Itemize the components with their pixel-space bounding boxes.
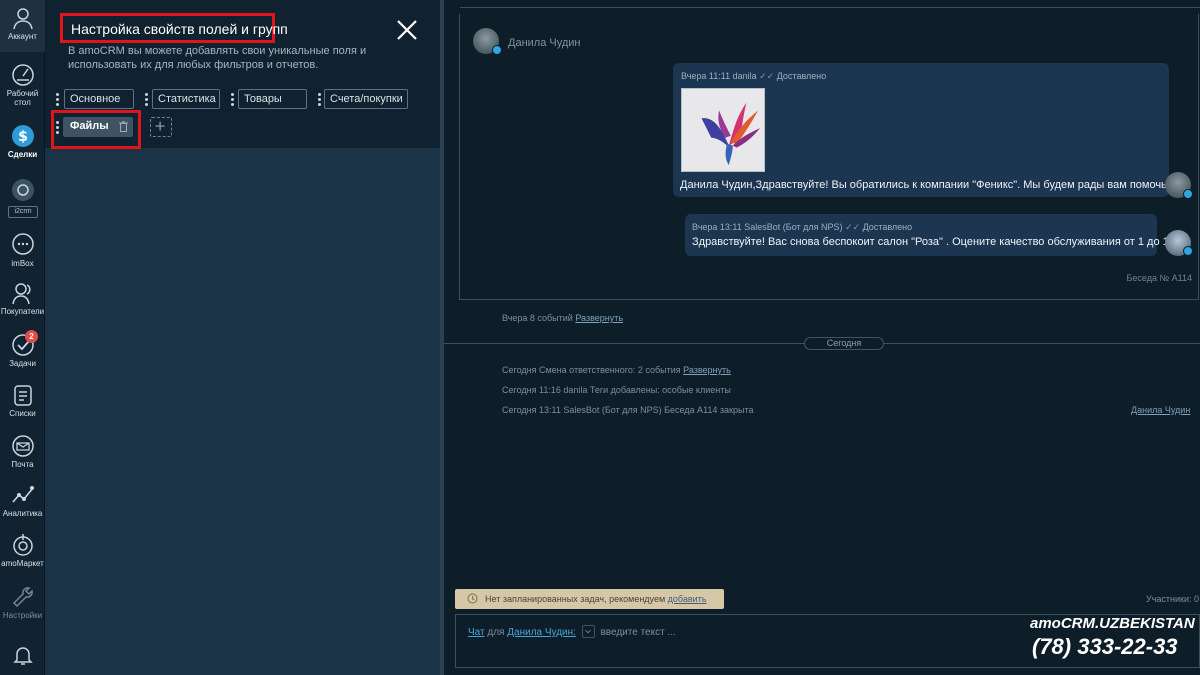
participants-count: Участники: 0 bbox=[1146, 594, 1200, 604]
rail-item-mail[interactable]: Почта bbox=[0, 434, 45, 469]
telegram-icon bbox=[1183, 246, 1193, 256]
phoenix-logo-icon bbox=[701, 102, 761, 166]
dashboard-icon bbox=[11, 64, 34, 86]
rail-item-analytics[interactable]: Аналитика bbox=[0, 483, 45, 518]
rail-label: Почта bbox=[11, 460, 34, 469]
rail-item-notifications[interactable] bbox=[0, 643, 45, 667]
message-meta: Вчера 11:11 danila ✓✓ Доставлено bbox=[681, 71, 827, 81]
telegram-icon bbox=[492, 45, 502, 55]
rail-item-i2crm[interactable] bbox=[0, 178, 45, 202]
rail-label: Сделки bbox=[7, 150, 38, 159]
event-row: Сегодня 13:11 SalesBot (Бот для NPS) Бес… bbox=[502, 405, 754, 415]
expand-link[interactable]: Развернуть bbox=[575, 313, 623, 323]
tab-main[interactable]: Основное bbox=[64, 89, 134, 109]
rail-label: Аккаунт bbox=[8, 32, 37, 41]
watermark-brand: amoCRM.UZBEKISTAN bbox=[1030, 615, 1195, 632]
message-text: Здравствуйте! Вас снова беспокоит салон … bbox=[692, 236, 1175, 248]
plus-icon bbox=[155, 121, 165, 131]
rail-item-deals[interactable]: $ Сделки bbox=[0, 124, 45, 159]
rail-label: Рабочий стол bbox=[6, 89, 39, 107]
top-divider bbox=[460, 7, 1200, 8]
rail-item-dashboard[interactable]: Рабочий стол bbox=[0, 63, 45, 107]
event-row: Сегодня Смена ответственного: 2 события … bbox=[502, 365, 731, 375]
collapsed-events: Вчера 8 событий Развернуть bbox=[502, 313, 624, 323]
tab-statistics[interactable]: Статистика bbox=[152, 89, 220, 109]
message-text: Данила Чудин,Здравствуйте! Вы обратились… bbox=[680, 179, 1170, 191]
telegram-icon bbox=[1183, 189, 1193, 199]
close-icon[interactable] bbox=[395, 18, 419, 42]
nav-rail: Аккаунт Рабочий стол $ Сделки i2crm imBo… bbox=[0, 0, 45, 675]
drag-handle-icon[interactable] bbox=[231, 93, 234, 106]
message-bubble: Вчера 13:11 SalesBot (Бот для NPS) ✓✓ До… bbox=[685, 214, 1175, 256]
message-meta: Вчера 13:11 SalesBot (Бот для NPS) ✓✓ До… bbox=[692, 222, 913, 232]
rail-item-lists[interactable]: Списки bbox=[0, 383, 45, 418]
rail-item-account[interactable]: Аккаунт bbox=[0, 6, 45, 41]
drag-handle-icon[interactable] bbox=[56, 93, 59, 106]
chevron-down-icon[interactable] bbox=[581, 625, 595, 638]
rail-label: Настройки bbox=[2, 611, 43, 620]
add-task-link[interactable]: добавить bbox=[668, 594, 707, 604]
chat-icon bbox=[11, 233, 34, 255]
rail-label: amoМаркет bbox=[1, 559, 44, 568]
watermark-phone: (78) 333-22-33 bbox=[1032, 634, 1178, 659]
rail-label: Задачи bbox=[9, 359, 36, 368]
conversation-number: Беседа № А114 bbox=[1126, 273, 1192, 283]
today-label: Сегодня bbox=[804, 337, 884, 350]
trash-icon[interactable] bbox=[119, 121, 128, 132]
i2crm-label: i2crm bbox=[8, 206, 38, 218]
drag-handle-icon[interactable] bbox=[145, 93, 148, 106]
tasks-badge: 2 bbox=[25, 330, 38, 343]
rail-item-settings[interactable]: Настройки bbox=[0, 585, 45, 620]
panel-description: В amoCRM вы можете добавлять свои уникал… bbox=[68, 45, 367, 71]
drag-handle-icon[interactable] bbox=[56, 121, 59, 134]
tab-invoices[interactable]: Счета/покупки bbox=[324, 89, 408, 109]
market-icon bbox=[12, 534, 33, 556]
user-icon bbox=[12, 8, 33, 30]
tab-products[interactable]: Товары bbox=[238, 89, 307, 109]
rail-label: imBox bbox=[11, 259, 34, 268]
clock-icon bbox=[467, 593, 478, 604]
panel-title: Настройка свойств полей и групп bbox=[60, 13, 288, 43]
lists-icon bbox=[13, 385, 32, 406]
rail-label: Покупатели bbox=[0, 307, 45, 316]
rail-item-market[interactable]: amoМаркет bbox=[0, 533, 45, 568]
customers-icon bbox=[11, 283, 31, 305]
event-row: Сегодня 11:16 danila Теги добавлены: осо… bbox=[502, 385, 731, 395]
mail-icon bbox=[11, 435, 34, 457]
rail-label: Аналитика bbox=[2, 509, 43, 518]
svg-text:$: $ bbox=[18, 129, 28, 145]
chat-feed: Данила Чудин Вчера 11:11 danila ✓✓ Доста… bbox=[444, 0, 1200, 675]
field-settings-panel: Настройка свойств полей и групп В amoCRM… bbox=[45, 0, 440, 675]
analytics-icon bbox=[11, 486, 34, 503]
rail-item-customers[interactable]: Покупатели bbox=[0, 281, 45, 316]
i2crm-icon bbox=[11, 179, 34, 201]
rail-label: Списки bbox=[9, 409, 36, 418]
phoenix-image[interactable] bbox=[681, 88, 765, 172]
bell-icon bbox=[12, 647, 33, 665]
add-tab-button[interactable] bbox=[150, 117, 172, 137]
input-line: Чат для Данила Чудин: введите текст ... bbox=[468, 625, 676, 639]
chat-mode-link[interactable]: Чат bbox=[468, 627, 485, 638]
deals-icon: $ bbox=[11, 125, 34, 147]
expand-link[interactable]: Развернуть bbox=[683, 365, 731, 375]
rail-item-tasks[interactable]: Задачи bbox=[0, 333, 45, 368]
panel-header: Настройка свойств полей и групп В amoCRM… bbox=[45, 0, 440, 149]
rail-item-imbox[interactable]: imBox bbox=[0, 233, 45, 268]
task-notice: Нет запланированных задач, рекомендуем д… bbox=[455, 589, 724, 609]
contact-name[interactable]: Данила Чудин bbox=[508, 37, 580, 49]
recipient-link[interactable]: Данила Чудин: bbox=[507, 627, 576, 638]
event-author-link[interactable]: Данила Чудин bbox=[1131, 405, 1190, 415]
settings-icon bbox=[12, 587, 33, 608]
input-placeholder[interactable]: введите текст ... bbox=[600, 627, 675, 638]
drag-handle-icon[interactable] bbox=[318, 93, 321, 106]
